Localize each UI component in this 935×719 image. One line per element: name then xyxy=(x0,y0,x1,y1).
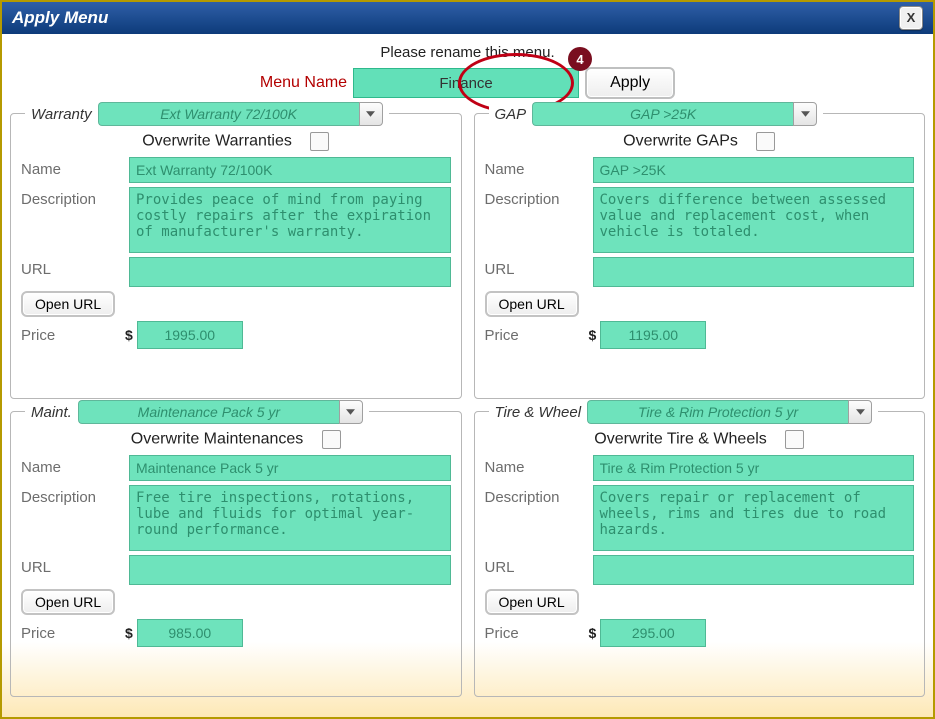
dropdown-toggle[interactable] xyxy=(848,400,872,424)
overwrite-row: Overwrite Maintenances xyxy=(21,430,451,449)
top-section: Please rename this menu. Menu Name Apply… xyxy=(10,44,925,99)
overwrite-label: Overwrite GAPs xyxy=(623,133,738,150)
price-label: Price xyxy=(21,327,121,344)
name-label: Name xyxy=(485,157,585,178)
url-input[interactable] xyxy=(129,555,451,585)
price-input[interactable] xyxy=(600,321,706,349)
gap-dropdown[interactable]: GAP >25K xyxy=(532,102,817,126)
chevron-down-icon xyxy=(801,111,810,117)
name-label: Name xyxy=(21,455,121,476)
url-label: URL xyxy=(485,257,585,278)
dropdown-toggle[interactable] xyxy=(339,400,363,424)
panel-legend: Maint. Maintenance Pack 5 yr xyxy=(25,400,369,424)
currency-symbol: $ xyxy=(125,625,133,641)
content: Please rename this menu. Menu Name Apply… xyxy=(2,34,933,703)
url-input[interactable] xyxy=(129,257,451,287)
dropdown-value: GAP >25K xyxy=(532,102,793,126)
url-label: URL xyxy=(21,555,121,576)
menu-name-label: Menu Name xyxy=(260,74,347,92)
price-input[interactable] xyxy=(137,321,243,349)
maint-dropdown[interactable]: Maintenance Pack 5 yr xyxy=(78,400,363,424)
panel-legend: Tire & Wheel Tire & Rim Protection 5 yr xyxy=(489,400,879,424)
chevron-down-icon xyxy=(856,409,865,415)
description-input[interactable]: Provides peace of mind from paying costl… xyxy=(129,187,451,253)
description-input[interactable]: Covers difference between assessed value… xyxy=(593,187,915,253)
dropdown-value: Maintenance Pack 5 yr xyxy=(78,400,339,424)
url-label: URL xyxy=(485,555,585,576)
annotation-badge: 4 xyxy=(568,47,592,71)
price-label: Price xyxy=(485,625,585,642)
url-label: URL xyxy=(21,257,121,278)
overwrite-checkbox[interactable] xyxy=(322,430,341,449)
open-url-button[interactable]: Open URL xyxy=(485,291,579,317)
overwrite-label: Overwrite Warranties xyxy=(142,133,292,150)
window-title: Apply Menu xyxy=(12,2,108,34)
legend-text: Maint. xyxy=(31,404,72,421)
description-input[interactable]: Free tire inspections, rotations, lube a… xyxy=(129,485,451,551)
price-input[interactable] xyxy=(600,619,706,647)
currency-symbol: $ xyxy=(589,625,597,641)
name-input[interactable] xyxy=(129,455,451,481)
tirewheel-dropdown[interactable]: Tire & Rim Protection 5 yr xyxy=(587,400,872,424)
overwrite-label: Overwrite Maintenances xyxy=(131,431,304,448)
dropdown-toggle[interactable] xyxy=(793,102,817,126)
panel-gap: GAP GAP >25K Overwrite GAPs Name Descrip… xyxy=(474,113,926,399)
panel-warranty: Warranty Ext Warranty 72/100K Overwrite … xyxy=(10,113,462,399)
currency-symbol: $ xyxy=(125,327,133,343)
price-label: Price xyxy=(21,625,121,642)
name-label: Name xyxy=(485,455,585,476)
price-label: Price xyxy=(485,327,585,344)
menu-name-input[interactable] xyxy=(353,68,579,98)
overwrite-row: Overwrite Tire & Wheels xyxy=(485,430,915,449)
panel-legend: GAP GAP >25K xyxy=(489,102,824,126)
description-input[interactable]: Covers repair or replacement of wheels, … xyxy=(593,485,915,551)
chevron-down-icon xyxy=(346,409,355,415)
close-button[interactable]: X xyxy=(899,6,923,30)
panel-tirewheel: Tire & Wheel Tire & Rim Protection 5 yr … xyxy=(474,411,926,697)
description-label: Description xyxy=(21,485,121,506)
titlebar: Apply Menu X xyxy=(2,2,933,34)
panel-maint: Maint. Maintenance Pack 5 yr Overwrite M… xyxy=(10,411,462,697)
overwrite-row: Overwrite GAPs xyxy=(485,132,915,151)
legend-text: GAP xyxy=(495,106,527,123)
open-url-button[interactable]: Open URL xyxy=(485,589,579,615)
description-label: Description xyxy=(485,187,585,208)
overwrite-checkbox[interactable] xyxy=(785,430,804,449)
dropdown-toggle[interactable] xyxy=(359,102,383,126)
menu-name-row: Menu Name Apply 4 xyxy=(10,67,925,99)
legend-text: Tire & Wheel xyxy=(495,404,582,421)
name-input[interactable] xyxy=(129,157,451,183)
price-input[interactable] xyxy=(137,619,243,647)
description-label: Description xyxy=(21,187,121,208)
description-label: Description xyxy=(485,485,585,506)
apply-menu-window: Apply Menu X Please rename this menu. Me… xyxy=(0,0,935,719)
dropdown-value: Tire & Rim Protection 5 yr xyxy=(587,400,848,424)
currency-symbol: $ xyxy=(589,327,597,343)
name-label: Name xyxy=(21,157,121,178)
legend-text: Warranty xyxy=(31,106,92,123)
overwrite-checkbox[interactable] xyxy=(310,132,329,151)
apply-button[interactable]: Apply xyxy=(585,67,675,99)
overwrite-row: Overwrite Warranties xyxy=(21,132,451,151)
warranty-dropdown[interactable]: Ext Warranty 72/100K xyxy=(98,102,383,126)
name-input[interactable] xyxy=(593,157,915,183)
name-input[interactable] xyxy=(593,455,915,481)
url-input[interactable] xyxy=(593,555,915,585)
overwrite-checkbox[interactable] xyxy=(756,132,775,151)
panels-grid: Warranty Ext Warranty 72/100K Overwrite … xyxy=(10,113,925,697)
url-input[interactable] xyxy=(593,257,915,287)
rename-hint: Please rename this menu. xyxy=(10,44,925,61)
open-url-button[interactable]: Open URL xyxy=(21,291,115,317)
open-url-button[interactable]: Open URL xyxy=(21,589,115,615)
panel-legend: Warranty Ext Warranty 72/100K xyxy=(25,102,389,126)
overwrite-label: Overwrite Tire & Wheels xyxy=(594,431,766,448)
dropdown-value: Ext Warranty 72/100K xyxy=(98,102,359,126)
chevron-down-icon xyxy=(366,111,375,117)
